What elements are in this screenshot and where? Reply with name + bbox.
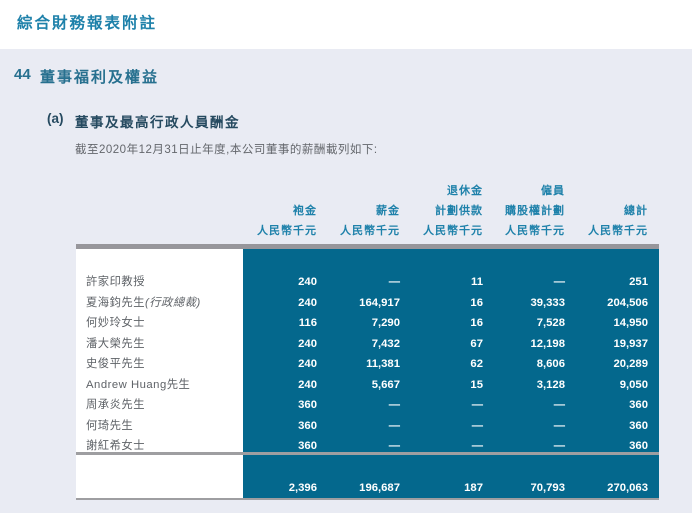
pension-cell: — bbox=[471, 399, 483, 411]
col-header-share-option: 購股權計劃 bbox=[505, 205, 565, 217]
salary-cell: 164,917 bbox=[359, 296, 400, 309]
fees-cell: 360 bbox=[298, 419, 317, 432]
share-option-cell: — bbox=[553, 399, 565, 411]
share-option-cell: 7,528 bbox=[536, 317, 565, 329]
table-header-row-top: 退休金 僱員 bbox=[76, 181, 659, 201]
table-row: 周承炎先生 360 — — — 360 bbox=[76, 395, 659, 416]
table-rows: 許家印教授 240 — 11 — 251 夏海鈞先生(行政總裁) 240 164… bbox=[76, 272, 659, 457]
report-page: 綜合財務報表附註 44 董事福利及權益 (a) 董事及最高行政人員酬金 截至20… bbox=[0, 0, 692, 513]
total-cell: 19,937 bbox=[613, 337, 648, 350]
share-option-cell: 3,128 bbox=[536, 378, 565, 391]
director-name-cell: 何琦先生 bbox=[86, 419, 134, 432]
table-row: Andrew Huang先生 240 5,667 15 3,128 9,050 bbox=[76, 375, 659, 396]
pension-total-cell: 187 bbox=[464, 482, 483, 494]
share-option-cell: 39,333 bbox=[530, 296, 565, 309]
subsection-title: 董事及最高行政人員酬金 bbox=[75, 115, 240, 130]
pension-cell: 16 bbox=[470, 296, 483, 309]
header-spacer bbox=[76, 181, 243, 201]
table-header-row-label: 袍金 薪金 計劃供款 購股權計劃 總計 bbox=[76, 201, 659, 221]
header-spacer bbox=[76, 221, 243, 241]
col-header-salary: 薪金 bbox=[376, 205, 400, 217]
share-option-cell: 12,198 bbox=[530, 337, 565, 350]
fees-total-cell: 2,396 bbox=[288, 482, 317, 494]
unit-label-pension: 人民幣千元 bbox=[423, 225, 483, 237]
fees-cell: 240 bbox=[298, 276, 317, 288]
col-header-share-option-line1: 僱員 bbox=[541, 185, 565, 197]
table-row: 許家印教授 240 — 11 — 251 bbox=[76, 272, 659, 293]
fees-cell: 116 bbox=[298, 317, 317, 329]
unit-label-salary: 人民幣千元 bbox=[340, 225, 400, 237]
total-cell: 20,289 bbox=[613, 358, 648, 370]
table-row: 潘大榮先生 240 7,432 67 12,198 19,937 bbox=[76, 334, 659, 355]
subsection-heading: (a) 董事及最高行政人員酬金 bbox=[47, 111, 240, 131]
share-option-cell: 8,606 bbox=[536, 358, 565, 370]
total-row-spacer bbox=[76, 478, 243, 499]
director-name-cell: 許家印教授 bbox=[86, 276, 145, 288]
unit-label-share-option: 人民幣千元 bbox=[505, 225, 565, 237]
pension-cell: 11 bbox=[471, 276, 483, 288]
total-cell: 9,050 bbox=[619, 378, 648, 391]
unit-label-fees: 人民幣千元 bbox=[257, 225, 317, 237]
fees-cell: 240 bbox=[298, 296, 317, 309]
salary-cell: — bbox=[388, 399, 400, 411]
director-name-cell: 史俊平先生 bbox=[86, 358, 145, 370]
intro-text: 截至2020年12月31日止年度,本公司董事的薪酬載列如下: bbox=[75, 144, 378, 156]
total-cell: 360 bbox=[629, 419, 648, 432]
table-total-section: 2,396 196,687 187 70,793 270,063 bbox=[76, 455, 659, 498]
table-body: 許家印教授 240 — 11 — 251 夏海鈞先生(行政總裁) 240 164… bbox=[76, 249, 659, 452]
table-bottom-rule bbox=[76, 498, 659, 500]
table-total-row: 2,396 196,687 187 70,793 270,063 bbox=[76, 478, 659, 499]
salary-total-cell: 196,687 bbox=[359, 482, 400, 494]
page-header-band: 綜合財務報表附註 bbox=[0, 0, 692, 49]
table-row: 夏海鈞先生(行政總裁) 240 164,917 16 39,333 204,50… bbox=[76, 293, 659, 314]
fees-cell: 240 bbox=[298, 337, 317, 350]
col-header-total: 總計 bbox=[624, 205, 648, 217]
col-header-pension-line1: 退休金 bbox=[447, 185, 483, 197]
director-name-cell: 周承炎先生 bbox=[86, 399, 145, 411]
fees-cell: 360 bbox=[298, 399, 317, 411]
table-header-row-units: 人民幣千元 人民幣千元 人民幣千元 人民幣千元 人民幣千元 bbox=[76, 221, 659, 241]
section-number: 44 bbox=[14, 66, 31, 83]
pension-cell: — bbox=[471, 419, 483, 432]
section-heading: 44 董事福利及權益 bbox=[14, 66, 159, 87]
table-header: 退休金 僱員 袍金 薪金 計劃供款 購股權計劃 總計 人民幣千元 人民幣千元 人… bbox=[76, 181, 659, 241]
pension-cell: 67 bbox=[470, 337, 483, 350]
table-row: 何妙玲女士 116 7,290 16 7,528 14,950 bbox=[76, 313, 659, 334]
share-option-cell: — bbox=[553, 276, 565, 288]
salary-cell: 7,290 bbox=[371, 317, 400, 329]
col-header-total-line1 bbox=[565, 181, 659, 201]
header-spacer bbox=[76, 201, 243, 221]
section-title: 董事福利及權益 bbox=[40, 69, 160, 86]
grand-total-cell: 270,063 bbox=[607, 482, 648, 494]
fees-cell: 240 bbox=[298, 358, 317, 370]
pension-cell: 15 bbox=[470, 378, 483, 391]
document-title: 綜合財務報表附註 bbox=[17, 15, 158, 32]
unit-label-total: 人民幣千元 bbox=[588, 225, 648, 237]
salary-cell: 7,432 bbox=[371, 337, 400, 350]
total-cell: 204,506 bbox=[607, 296, 648, 309]
col-header-fees: 袍金 bbox=[293, 205, 317, 217]
salary-cell: 5,667 bbox=[371, 378, 400, 391]
salary-cell: — bbox=[388, 419, 400, 432]
salary-cell: 11,381 bbox=[366, 358, 400, 370]
total-cell: 14,950 bbox=[613, 317, 648, 329]
fees-cell: 240 bbox=[298, 378, 317, 391]
table-row: 史俊平先生 240 11,381 62 8,606 20,289 bbox=[76, 354, 659, 375]
salary-cell: — bbox=[388, 276, 400, 288]
subsection-label: (a) bbox=[47, 111, 64, 126]
director-name-cell: 何妙玲女士 bbox=[86, 317, 145, 329]
total-cell: 251 bbox=[629, 276, 648, 288]
director-name-cell: 夏海鈞先生(行政總裁) bbox=[86, 296, 201, 309]
col-header-fees-line1 bbox=[243, 181, 317, 201]
total-cell: 360 bbox=[629, 399, 648, 411]
table-row: 何琦先生 360 — — — 360 bbox=[76, 416, 659, 437]
col-header-salary-line1 bbox=[317, 181, 400, 201]
share-option-cell: — bbox=[553, 419, 565, 432]
director-name-cell: 潘大榮先生 bbox=[86, 337, 145, 350]
pension-cell: 16 bbox=[470, 317, 483, 329]
pension-cell: 62 bbox=[470, 358, 483, 370]
director-name-cell: Andrew Huang先生 bbox=[86, 378, 191, 391]
col-header-pension: 計劃供款 bbox=[435, 205, 483, 217]
share-option-total-cell: 70,793 bbox=[530, 482, 565, 494]
